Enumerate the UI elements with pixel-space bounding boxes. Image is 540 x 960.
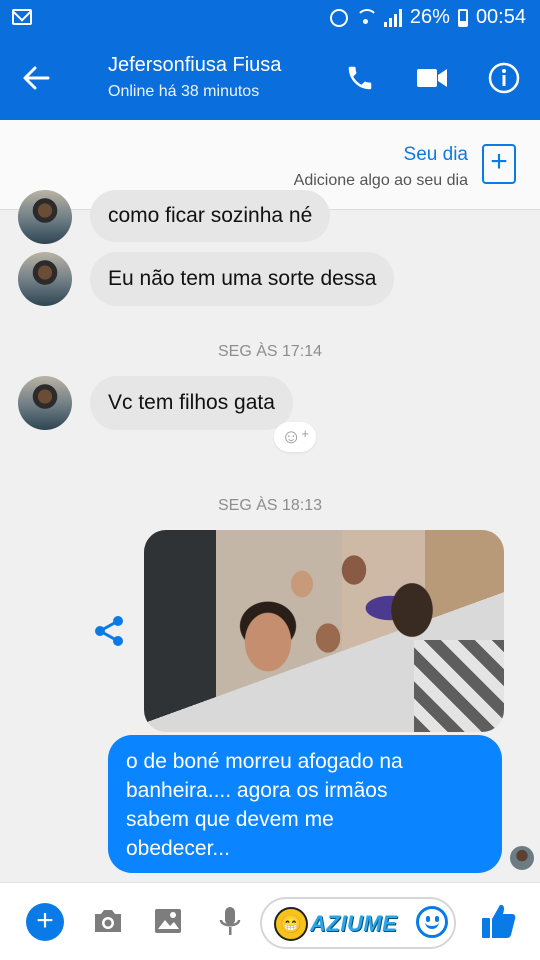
clock: 00:54 (475, 6, 526, 28)
back-arrow-icon[interactable] (22, 64, 50, 92)
message-input[interactable]: 😁 AZIUME (260, 897, 456, 949)
your-day-subtitle: Adicione algo ao seu dia (293, 172, 468, 189)
outgoing-message[interactable]: o de boné morreu afogado na banheira....… (108, 735, 502, 873)
battery-icon (457, 8, 468, 27)
plus-icon[interactable]: + (26, 903, 64, 941)
phone-icon (348, 66, 372, 90)
incoming-message[interactable]: Eu não tem uma sorte dessa (90, 252, 395, 306)
video-call-button[interactable] (414, 60, 450, 96)
contact-status: Online há 38 minutos (108, 83, 260, 100)
incoming-message[interactable]: como ficar sozinha né (90, 190, 331, 242)
battery-percent: 26% (409, 6, 450, 28)
share-icon[interactable] (92, 614, 126, 648)
message-timestamp: SEG ÀS 17:14 (217, 343, 323, 360)
status-icons: 26% 00:54 (329, 6, 526, 29)
microphone-icon (219, 907, 241, 935)
add-story-icon[interactable]: + (482, 144, 516, 184)
shared-photo[interactable] (144, 530, 504, 732)
brand-logo-text: AZIUME (310, 911, 398, 936)
mail-icon (12, 9, 32, 25)
avatar[interactable] (18, 252, 72, 306)
thumbs-up-icon[interactable] (480, 901, 516, 941)
video-camera-icon (417, 69, 447, 87)
avatar[interactable] (18, 376, 72, 430)
message-composer: + 😁 AZIUME (0, 882, 540, 960)
add-reaction-icon[interactable]: ☺ + (274, 422, 316, 452)
status-bar: 26% 00:54 (0, 0, 540, 36)
voice-button[interactable] (212, 903, 248, 939)
contact-name[interactable]: Jefersonfiusa Fiusa (108, 54, 281, 77)
brand-logo-face: 😁 (274, 907, 308, 941)
your-day-title[interactable]: Seu dia (404, 144, 468, 166)
signal-icon (383, 8, 402, 27)
gallery-button[interactable] (150, 903, 186, 939)
emoji-icon[interactable] (416, 906, 448, 938)
alarm-icon (329, 8, 348, 27)
conversation-header: Jefersonfiusa Fiusa Online há 38 minutos (0, 36, 540, 120)
incoming-message[interactable]: Vc tem filhos gata (90, 376, 293, 430)
info-icon (488, 62, 520, 94)
avatar[interactable] (18, 190, 72, 244)
camera-icon (95, 910, 121, 932)
seen-indicator-avatar (510, 846, 534, 870)
camera-button[interactable] (90, 903, 126, 939)
image-icon (155, 909, 181, 933)
info-button[interactable] (486, 60, 522, 96)
call-button[interactable] (342, 60, 378, 96)
wifi-icon (355, 8, 378, 27)
message-timestamp: SEG ÀS 18:13 (217, 497, 323, 514)
